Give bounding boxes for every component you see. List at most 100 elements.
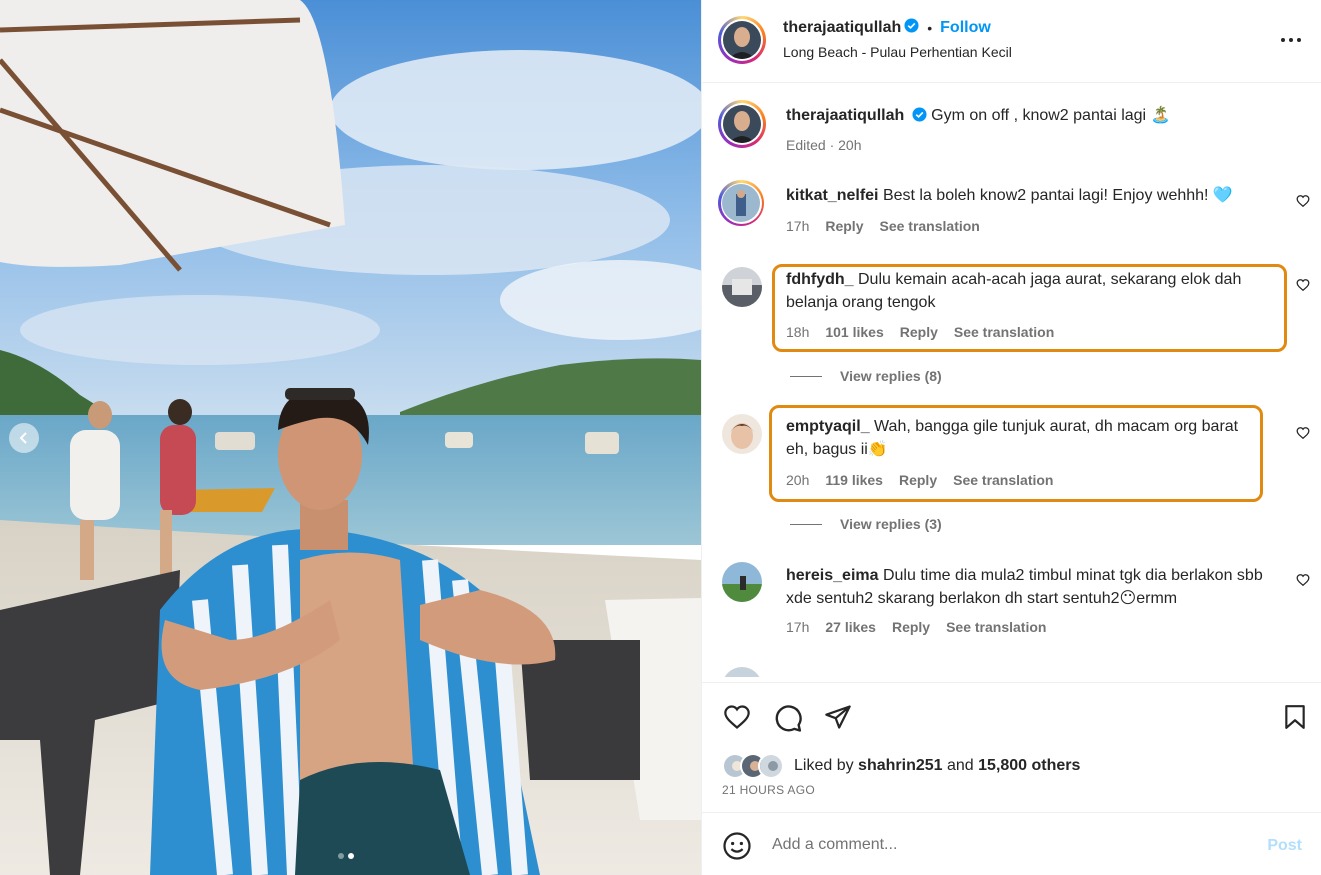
comment-likes[interactable]: 101 likes [825, 324, 883, 340]
post-panel: therajaatiqullah • Follow Long Beach - P… [701, 0, 1321, 875]
post-location[interactable]: Long Beach - Pulau Perhentian Kecil [783, 44, 1012, 60]
comment-text: Best la boleh know2 pantai lagi! Enjoy w… [882, 187, 1233, 204]
see-translation-button[interactable]: See translation [946, 619, 1046, 635]
comments-list[interactable]: therajaatiqullah Gym on off , know2 pant… [702, 84, 1321, 677]
verified-badge-icon [912, 106, 927, 129]
comment-text: Dulu kemain acah-acah jaga aurat, sekara… [786, 271, 1242, 311]
see-translation-button[interactable]: See translation [879, 218, 979, 234]
author-avatar-image [723, 21, 761, 59]
comment-avatar-image [722, 267, 762, 307]
comment-meta: 18h 101 likes Reply See translation [786, 324, 1054, 340]
liked-by-and: and [946, 757, 974, 774]
see-translation-button[interactable]: See translation [953, 472, 1053, 488]
comment-time: 18h [786, 324, 810, 340]
comment-composer: Post [702, 812, 1321, 875]
caption-avatar[interactable] [718, 100, 766, 148]
caption-text: Gym on off , know2 pantai lagi 🏝️ [931, 107, 1171, 124]
reply-button[interactable]: Reply [899, 472, 937, 488]
divider-line [790, 523, 822, 525]
heart-icon [724, 705, 750, 729]
comment-meta: 17h Reply See translation [786, 218, 980, 234]
verified-badge-icon [904, 18, 919, 38]
comment-time: 17h [786, 218, 810, 234]
comment-avatar-image [722, 414, 762, 454]
carousel-dot[interactable] [338, 853, 344, 859]
reply-button[interactable]: Reply [825, 218, 863, 234]
author-avatar[interactable] [718, 16, 766, 64]
comment-text-row: emptyaqil_ Wah, bangga gile tunjuk aurat… [786, 415, 1262, 461]
comment-likes[interactable]: 119 likes [825, 472, 883, 488]
reply-button[interactable]: Reply [892, 619, 930, 635]
comment-time: 20h [786, 472, 810, 488]
post-timestamp[interactable]: 21 HOURS AGO [722, 783, 815, 797]
heart-icon [1296, 427, 1310, 440]
view-replies-label: View replies (8) [840, 368, 942, 384]
emoji-smiley-icon [723, 832, 751, 860]
like-comment-button[interactable] [1296, 194, 1310, 213]
like-comment-button[interactable] [1296, 426, 1310, 445]
like-comment-button[interactable] [1296, 278, 1310, 297]
post-actions: Liked by shahrin251 and 15,800 others 21… [702, 682, 1321, 812]
like-comment-button[interactable] [1296, 573, 1310, 592]
comment-text-row: fdhfydh_ Dulu kemain acah-acah jaga aura… [786, 268, 1272, 314]
heart-icon [1296, 195, 1310, 208]
more-options-button[interactable] [1280, 30, 1302, 55]
divider-line [790, 375, 822, 377]
view-replies-button[interactable]: View replies (3) [790, 516, 942, 532]
liker-avatar[interactable] [758, 753, 784, 779]
comment-bubble-icon [775, 705, 802, 732]
view-replies-label: View replies (3) [840, 516, 942, 532]
author-username[interactable]: therajaatiqullah [783, 19, 901, 37]
comment-username[interactable]: hereis_eima [786, 567, 879, 584]
comment-username[interactable]: emptyaqil_ [786, 418, 870, 435]
liked-by-others[interactable]: 15,800 others [978, 757, 1080, 774]
comment-avatar[interactable] [722, 414, 762, 454]
comment-avatar[interactable] [722, 562, 762, 602]
paper-plane-icon [825, 705, 851, 729]
liked-by-user[interactable]: shahrin251 [858, 757, 942, 774]
heart-icon [1296, 279, 1310, 292]
comment-likes[interactable]: 27 likes [825, 619, 876, 635]
comment-button[interactable] [773, 703, 803, 738]
more-horizontal-icon [1281, 38, 1301, 42]
caption-username[interactable]: therajaatiqullah [786, 107, 904, 124]
liked-by-row: Liked by shahrin251 and 15,800 others [722, 753, 1080, 779]
post-photo [0, 0, 701, 875]
caption-avatar-image [723, 105, 761, 143]
comment-username[interactable]: fdhfydh_ [786, 271, 854, 288]
comment-time: 17h [786, 619, 810, 635]
liked-by-text: Liked by shahrin251 and 15,800 others [794, 757, 1080, 775]
dot-separator: • [927, 20, 933, 36]
liked-by-prefix: Liked by [794, 757, 854, 774]
carousel-dot-active[interactable] [348, 853, 354, 859]
comment-avatar[interactable] [718, 180, 764, 226]
comment-meta: 17h 27 likes Reply See translation [786, 619, 1046, 635]
comment-avatar[interactable] [722, 267, 762, 307]
view-replies-button[interactable]: View replies (8) [790, 368, 942, 384]
comment-meta: 20h 119 likes Reply See translation [786, 472, 1053, 488]
reply-button[interactable]: Reply [900, 324, 938, 340]
add-comment-input[interactable] [772, 833, 1242, 857]
comment-avatar-partial[interactable] [722, 667, 762, 677]
comment-text-row: hereis_eima Dulu time dia mula2 timbul m… [786, 564, 1277, 610]
bookmark-icon [1285, 705, 1305, 729]
post-comment-button[interactable]: Post [1267, 837, 1302, 855]
caption-meta: Edited · 20h [786, 137, 862, 153]
beach-photo [0, 0, 701, 875]
share-button[interactable] [823, 703, 853, 736]
caption-text-row: therajaatiqullah Gym on off , know2 pant… [786, 104, 1278, 129]
comment-text-row: kitkat_nelfei Best la boleh know2 pantai… [786, 184, 1278, 207]
comment-username[interactable]: kitkat_nelfei [786, 187, 878, 204]
carousel-dots [338, 853, 354, 859]
chevron-left-icon [19, 432, 27, 444]
comment-avatar-image [722, 562, 762, 602]
heart-icon [1296, 574, 1310, 587]
emoji-button[interactable] [722, 831, 752, 866]
comment-avatar-image [722, 184, 760, 222]
like-button[interactable] [722, 703, 752, 736]
carousel-prev-button[interactable] [9, 423, 39, 453]
see-translation-button[interactable]: See translation [954, 324, 1054, 340]
follow-button[interactable]: Follow [940, 19, 991, 37]
save-button[interactable] [1282, 703, 1308, 736]
post-header: therajaatiqullah • Follow Long Beach - P… [702, 0, 1321, 83]
